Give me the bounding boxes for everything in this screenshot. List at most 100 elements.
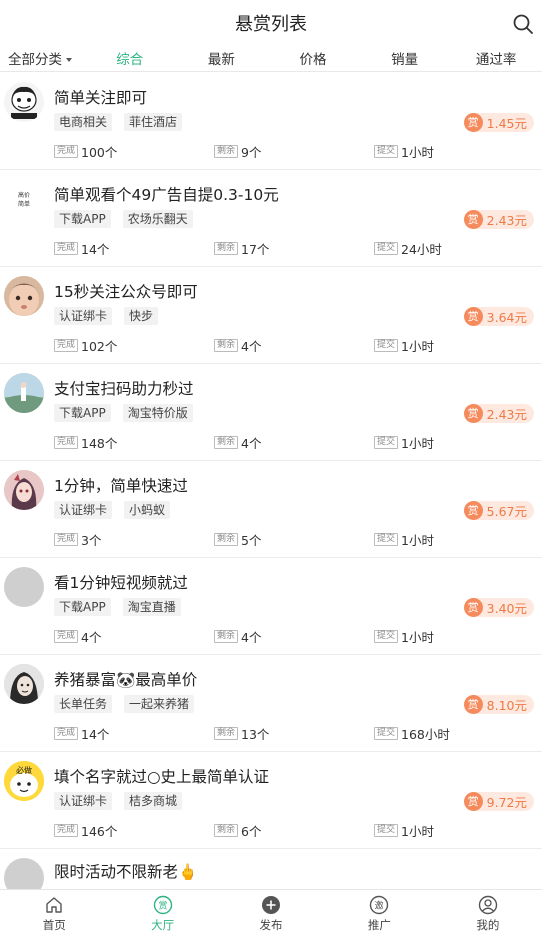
reward-badge: 赏 2.43元 xyxy=(463,404,534,423)
meta-value: 1小时 xyxy=(401,533,434,548)
meta-label: 提交 xyxy=(374,533,399,546)
avatar-text: 必做 xyxy=(16,765,32,775)
meta-value: 14个 xyxy=(81,727,110,742)
nav-hall[interactable]: 赏 大厅 xyxy=(108,890,216,935)
meta-done: 完成 14个 xyxy=(54,724,109,743)
task-title: 简单关注即可 xyxy=(54,89,148,107)
reward-icon: 赏 xyxy=(463,598,483,617)
task-tags: 认证绑卡 快步 xyxy=(54,307,159,325)
meta-left: 剩余 17个 xyxy=(214,239,269,258)
nav-publish[interactable]: 发布 xyxy=(217,890,325,935)
meta-label: 剩余 xyxy=(214,436,239,449)
meta-left: 剩余 5个 xyxy=(214,530,261,549)
task-item[interactable]: 简单关注即可 电商相关 菲住酒店 完成 100个 剩余 9个 提交 1小时 赏 1.45… xyxy=(0,73,542,170)
task-tag: 下载APP xyxy=(54,598,111,616)
task-title: 支付宝扫码助力秒过 xyxy=(54,380,194,398)
avatar: 高价 简单 xyxy=(4,179,44,219)
page-title: 悬赏列表 xyxy=(235,14,307,35)
meta-label: 完成 xyxy=(54,533,79,546)
home-icon xyxy=(46,897,62,913)
meta-label: 完成 xyxy=(54,339,79,352)
task-tag: 认证绑卡 xyxy=(54,501,113,519)
bottom-nav: 首页 赏 大厅 发布 邀 推广 我的 xyxy=(0,889,542,935)
task-tag: 下载APP xyxy=(54,404,111,422)
meta-label: 提交 xyxy=(374,630,399,643)
meta-value: 4个 xyxy=(81,630,102,645)
task-item[interactable]: 必做 填个名字就过○史上最简单认证 认证绑卡 桔多商城 完成 146个 剩余 6个 … xyxy=(0,752,542,849)
nav-home[interactable]: 首页 xyxy=(0,890,108,935)
nav-promote[interactable]: 邀 推广 xyxy=(325,890,433,935)
meta-left: 剩余 4个 xyxy=(214,433,261,452)
meta-value: 4个 xyxy=(241,630,262,645)
meta-label: 提交 xyxy=(374,436,399,449)
avatar xyxy=(4,373,44,413)
meta-left: 剩余 9个 xyxy=(214,142,261,161)
meta-submit: 提交 1小时 xyxy=(374,336,434,355)
avatar-text: 简单 xyxy=(18,200,30,208)
task-tag: 桔多商城 xyxy=(124,792,183,810)
app-header: 悬赏列表 xyxy=(0,0,542,44)
task-title: 填个名字就过○史上最简单认证 xyxy=(54,768,270,786)
reward-icon: 赏 xyxy=(463,113,483,132)
avatar xyxy=(4,567,44,607)
task-tags: 长单任务 一起来养猪 xyxy=(54,695,195,713)
reward-badge: 赏 1.45元 xyxy=(463,113,534,132)
meta-left: 剩余 4个 xyxy=(214,336,261,355)
tab-sales[interactable]: 销量 xyxy=(359,48,451,68)
meta-label: 完成 xyxy=(54,727,79,740)
avatar xyxy=(4,664,44,704)
invite-icon: 邀 xyxy=(370,895,389,915)
meta-value: 146个 xyxy=(81,824,118,839)
task-tag: 下载APP xyxy=(54,210,111,228)
reward-badge: 赏 3.64元 xyxy=(463,307,534,326)
meta-label: 提交 xyxy=(374,727,399,740)
search-icon[interactable] xyxy=(512,13,534,35)
meta-value: 4个 xyxy=(241,436,262,451)
task-tag: 一起来养猪 xyxy=(124,695,195,713)
task-tags: 下载APP 淘宝特价版 xyxy=(54,404,193,422)
task-item[interactable]: 支付宝扫码助力秒过 下载APP 淘宝特价版 完成 148个 剩余 4个 提交 1小时 … xyxy=(0,364,542,461)
meta-label: 剩余 xyxy=(214,824,239,837)
reward-icon: 赏 xyxy=(463,210,483,229)
meta-value: 13个 xyxy=(241,727,270,742)
meta-value: 148个 xyxy=(81,436,118,451)
meta-value: 6个 xyxy=(241,824,262,839)
task-item[interactable]: 1分钟，简单快速过 认证绑卡 小蚂蚁 完成 3个 剩余 5个 提交 1小时 赏 5.67… xyxy=(0,461,542,558)
task-item[interactable]: 看1分钟短视频就过 下载APP 淘宝直播 完成 4个 剩余 4个 提交 1小时 赏 3.… xyxy=(0,558,542,655)
meta-left: 剩余 13个 xyxy=(214,724,269,743)
meta-done: 完成 146个 xyxy=(54,821,117,840)
meta-submit: 提交 1小时 xyxy=(374,530,434,549)
task-item[interactable]: 养猪暴富🐼最高单价 长单任务 一起来养猪 完成 14个 剩余 13个 提交 168小时… xyxy=(0,655,542,752)
meta-done: 完成 102个 xyxy=(54,336,117,355)
task-item[interactable]: 限时活动不限新老🖕 xyxy=(0,849,542,889)
meta-label: 完成 xyxy=(54,145,79,158)
meta-left: 剩余 6个 xyxy=(214,821,261,840)
avatar xyxy=(4,82,44,122)
sort-tabs: 全部分类 综合 最新 价格 销量 通过率 xyxy=(0,44,542,72)
tab-latest[interactable]: 最新 xyxy=(176,48,268,68)
nav-mine[interactable]: 我的 xyxy=(434,890,542,935)
meta-submit: 提交 24小时 xyxy=(374,239,442,258)
meta-done: 完成 3个 xyxy=(54,530,101,549)
reward-amount: 2.43元 xyxy=(486,213,527,228)
reward-amount: 3.40元 xyxy=(486,601,527,616)
meta-submit: 提交 168小时 xyxy=(374,724,450,743)
meta-label: 剩余 xyxy=(214,339,239,352)
tab-price[interactable]: 价格 xyxy=(267,48,359,68)
avatar xyxy=(4,276,44,316)
meta-label: 剩余 xyxy=(214,727,239,740)
tab-pass-rate[interactable]: 通过率 xyxy=(450,48,542,68)
task-tag: 小蚂蚁 xyxy=(124,501,171,519)
tab-composite[interactable]: 综合 xyxy=(84,48,176,68)
meta-value: 4个 xyxy=(241,339,262,354)
task-item[interactable]: 15秒关注公众号即可 认证绑卡 快步 完成 102个 剩余 4个 提交 1小时 赏 3.… xyxy=(0,267,542,364)
nav-label: 首页 xyxy=(42,918,66,932)
reward-icon: 赏 xyxy=(463,307,483,326)
task-tags: 认证绑卡 小蚂蚁 xyxy=(54,501,171,519)
reward-badge: 赏 8.10元 xyxy=(463,695,534,714)
tab-category[interactable]: 全部分类 xyxy=(0,48,84,68)
reward-badge: 赏 5.67元 xyxy=(463,501,534,520)
meta-value: 100个 xyxy=(81,145,118,160)
task-item[interactable]: 高价 简单 简单观看个49广告自提0.3-10元 下载APP 农场乐翻天 完成 14… xyxy=(0,170,542,267)
avatar: 必做 xyxy=(4,761,44,801)
